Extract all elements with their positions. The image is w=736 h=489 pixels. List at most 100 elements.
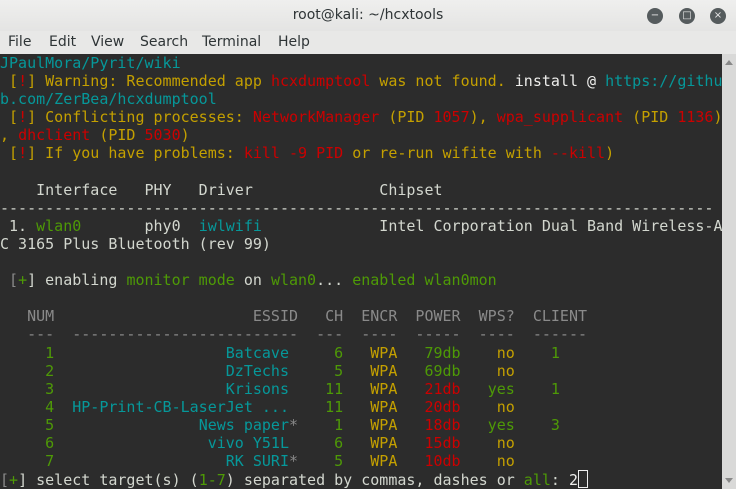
terminal-text: wlan0	[36, 216, 82, 235]
network-essid: vivo Y51L	[207, 433, 289, 452]
prompt-text: :	[550, 471, 569, 489]
pad	[515, 416, 551, 434]
terminal-line: C 3165 Plus Bluetooth (rev 99)	[0, 235, 722, 253]
pad	[289, 398, 298, 416]
cursor	[577, 470, 588, 489]
terminal-text: )	[713, 108, 722, 127]
pad	[343, 452, 370, 470]
terminal-text: C 3165 Plus Bluetooth (rev 99)	[0, 234, 271, 253]
terminal-text: or re-run wifite with	[343, 144, 551, 163]
network-row[interactable]: 4 HP-Print-CB-LaserJet ... 11 WPA 20db n…	[0, 398, 722, 416]
pad	[298, 434, 334, 452]
pad	[343, 398, 370, 416]
network-row[interactable]: 7 RK SURI* 5 WPA 10db no	[0, 452, 722, 470]
terminal-text: [	[0, 72, 19, 91]
terminal-text: Interface PHY Driver Chipset	[0, 180, 443, 199]
menu-edit[interactable]: Edit	[49, 34, 76, 50]
pad	[397, 362, 424, 380]
network-channel: 6	[334, 433, 344, 452]
pad	[343, 416, 370, 434]
network-row[interactable]: 5 News paper* 1 WPA 18db yes 3	[0, 416, 722, 434]
network-essid: Batcave	[225, 343, 289, 362]
pad	[54, 452, 226, 470]
pad	[0, 416, 45, 434]
prompt-text: ) separated by commas, dashes or	[225, 471, 524, 489]
network-essid: News paper	[198, 415, 289, 434]
terminal-text: ),	[469, 108, 497, 127]
network-num: 4	[45, 397, 55, 416]
pad	[298, 416, 334, 434]
pad	[289, 380, 298, 398]
pad	[397, 416, 424, 434]
network-channel: 6	[334, 343, 344, 362]
menu-help[interactable]: Help	[278, 34, 310, 50]
pad	[298, 398, 325, 416]
minimize-button[interactable]: −	[647, 8, 663, 24]
terminal-text: +	[18, 271, 28, 290]
pad	[0, 398, 45, 416]
terminal-output[interactable]: JPaulMora/Pyrit/wiki [!] Warning: Recomm…	[0, 54, 722, 489]
target-input[interactable]: 2	[569, 471, 578, 489]
terminal-text: NetworkManager	[252, 108, 380, 127]
network-encryption: WPA	[370, 343, 398, 362]
terminal-line: --- ------------------------- --- ---- -…	[0, 325, 722, 343]
pad	[0, 380, 45, 398]
network-wps: no	[496, 433, 515, 452]
network-power: 21db	[424, 379, 461, 398]
terminal-text: https://githu	[605, 72, 722, 91]
network-channel: 1	[334, 415, 344, 434]
terminal-line: [+] enabling monitor mode on wlan0... en…	[0, 271, 722, 289]
network-wps: yes	[487, 415, 515, 434]
network-row[interactable]: 3 Krisons 11 WPA 21db yes 1	[0, 380, 722, 398]
pad	[54, 362, 226, 380]
network-essid: HP-Print-CB-LaserJet ...	[72, 397, 289, 416]
terminal-text: kill -9 PID	[243, 144, 344, 163]
scroll-up-icon[interactable]	[725, 60, 733, 65]
network-row[interactable]: 1 Batcave 6 WPA 79db no 1	[0, 344, 722, 362]
terminal-text: JPaulMora/Pyrit/wiki	[0, 54, 181, 72]
terminal-text: 1057	[433, 108, 470, 127]
network-wps: yes	[487, 379, 515, 398]
pad	[397, 452, 424, 470]
terminal-text: [	[0, 144, 19, 163]
terminal-text: 5030	[144, 126, 181, 145]
hidden-marker: *	[289, 415, 299, 434]
network-essid: Krisons	[225, 379, 289, 398]
scrollbar[interactable]	[722, 54, 736, 489]
terminal-line: [!] Conflicting processes: NetworkManage…	[0, 108, 722, 126]
prompt-text: 1-7	[198, 471, 226, 489]
window-title: root@kali: ~/hcxtools	[292, 7, 444, 23]
pad	[515, 344, 551, 362]
network-row[interactable]: 2 DzTechs 5 WPA 69db no	[0, 362, 722, 380]
pad	[289, 434, 298, 452]
pad	[461, 398, 497, 416]
menu-file[interactable]: File	[8, 34, 31, 50]
maximize-button[interactable]: □	[679, 8, 695, 24]
close-button[interactable]: ×	[710, 8, 726, 24]
network-wps: no	[496, 452, 515, 471]
terminal-text: wlan0	[270, 271, 317, 290]
menu-view[interactable]: View	[91, 34, 124, 50]
pad	[461, 434, 497, 452]
network-power: 10db	[424, 452, 461, 471]
pad	[397, 344, 424, 362]
terminal-text: install @	[514, 72, 606, 91]
menu-search[interactable]: Search	[140, 34, 188, 50]
network-wps: no	[496, 397, 515, 416]
terminal-text: [	[0, 108, 19, 127]
network-power: 79db	[424, 343, 461, 362]
network-row[interactable]: 6 vivo Y51L 6 WPA 15db no	[0, 434, 722, 452]
network-num: 5	[45, 415, 55, 434]
menu-terminal[interactable]: Terminal	[202, 34, 261, 50]
prompt-text: +	[9, 471, 19, 489]
network-power: 20db	[424, 397, 461, 416]
terminal-text: 1.	[0, 216, 37, 235]
scroll-down-icon[interactable]	[725, 478, 733, 483]
terminal-line: 1. wlan0 phy0 iwlwifi Intel Corporation …	[0, 217, 722, 235]
terminal-line: [!] If you have problems: kill -9 PID or…	[0, 144, 722, 162]
menu-bar: File Edit View Search Terminal Help	[0, 31, 736, 55]
terminal-text: --- ------------------------- --- ---- -…	[0, 325, 587, 344]
network-channel: 5	[334, 361, 344, 380]
